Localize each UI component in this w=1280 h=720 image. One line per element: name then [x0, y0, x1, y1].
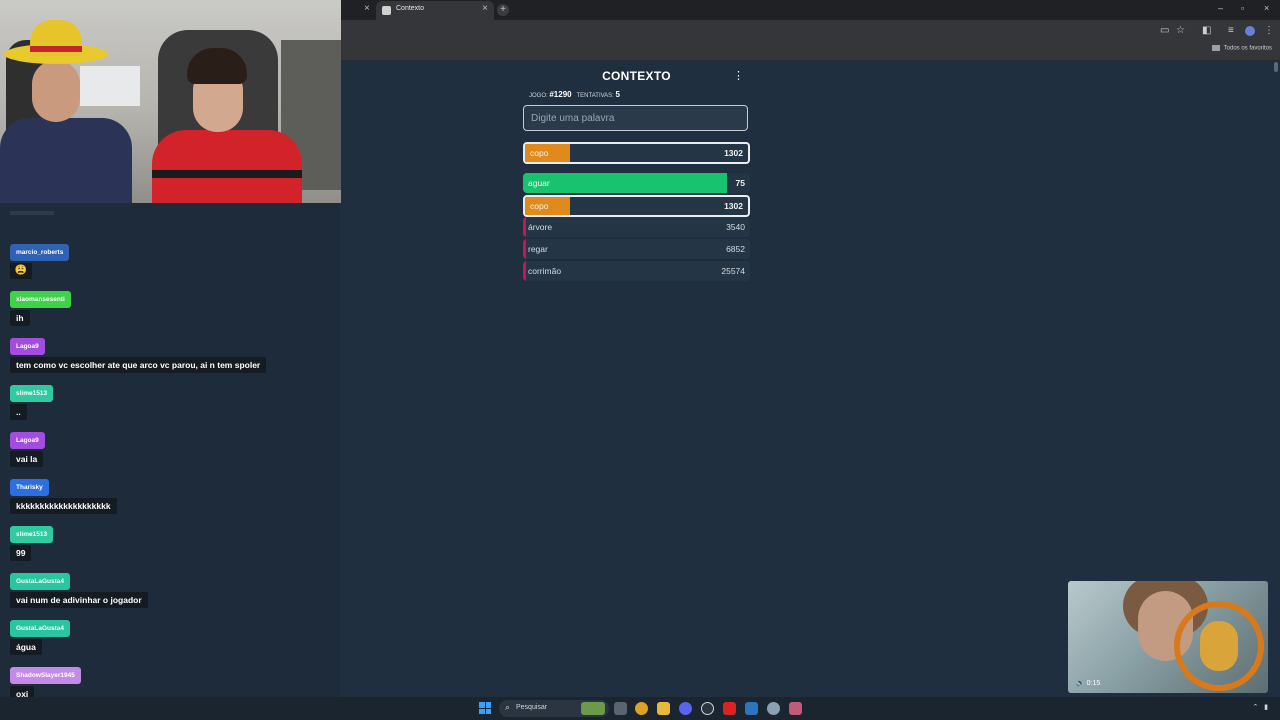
new-tab-button[interactable]: +: [497, 4, 509, 16]
app-icon[interactable]: [789, 702, 802, 715]
chat-username[interactable]: Tharisky: [10, 479, 49, 496]
guess-row: copo 1302: [523, 195, 750, 217]
minimize-button[interactable]: –: [1218, 3, 1223, 13]
extensions-icon[interactable]: ◧: [1202, 25, 1211, 36]
game-number: #1290: [549, 90, 572, 99]
taskbar: ⌕ Pesquisar ⌃ ▮: [0, 697, 1280, 720]
chrome-icon[interactable]: [635, 702, 648, 715]
restore-button[interactable]: ▫: [1241, 3, 1244, 13]
guess-word: árvore: [528, 222, 553, 232]
search-label: Pesquisar: [516, 704, 548, 711]
window-close-button[interactable]: ×: [1264, 3, 1269, 13]
star-icon[interactable]: ☆: [1176, 25, 1185, 36]
chat-text: água: [10, 639, 42, 655]
guess-distance: 25574: [721, 266, 745, 276]
guess-proximity-bar: [523, 261, 526, 281]
all-bookmarks-folder[interactable]: Todos os favoritos: [1211, 45, 1272, 52]
chat-text: vai la: [10, 451, 44, 467]
more-icon[interactable]: ⋮: [1264, 25, 1274, 36]
chat-username[interactable]: marcio_roberts: [10, 244, 70, 261]
chat-text: ..: [10, 404, 27, 420]
guess-proximity-bar: [523, 217, 526, 237]
secondary-video: 🔈 0:15: [1068, 581, 1268, 693]
app-icon[interactable]: [723, 702, 736, 715]
media-icon[interactable]: ≡: [1228, 25, 1234, 36]
guess-word: corrimão: [528, 266, 562, 276]
video-controls[interactable]: 🔈 0:15: [1076, 679, 1100, 687]
word-input[interactable]: [523, 105, 748, 131]
chat-username[interactable]: GustaLaGusta4: [10, 620, 71, 637]
taskbar-search[interactable]: ⌕ Pesquisar: [499, 700, 609, 717]
tab-contexto[interactable]: Contexto ×: [376, 1, 494, 20]
game-info: JOGO: #1290 TENTATIVAS: 5: [529, 90, 620, 99]
folder-icon: [1211, 45, 1220, 51]
guess-row: corrimão 25574: [523, 261, 750, 281]
settings-icon[interactable]: [767, 702, 780, 715]
task-view-icon[interactable]: [614, 702, 627, 715]
chat-divider: [10, 211, 54, 215]
steam-icon[interactable]: [745, 702, 758, 715]
obs-icon[interactable]: [701, 702, 714, 715]
guess-distance: 3540: [726, 222, 745, 232]
file-explorer-icon[interactable]: [657, 702, 670, 715]
chat-emoji: 😩: [10, 263, 32, 279]
game-label: JOGO:: [529, 93, 548, 99]
latest-guess-row: copo 1302: [523, 142, 750, 164]
scrollbar[interactable]: [1274, 62, 1278, 72]
streamer-webcam: [0, 0, 341, 203]
chat-text: kkkkkkkkkkkkkkkkkkkk: [10, 498, 117, 514]
mascot-image: [1200, 621, 1238, 671]
browser-toolbar: ▭ ☆ ◧ ≡ ⋮: [340, 20, 1280, 42]
close-icon[interactable]: ×: [364, 3, 370, 14]
search-highlight-icon: [581, 702, 605, 715]
video-time: 0:15: [1086, 680, 1101, 687]
guess-word: copo: [530, 201, 549, 211]
guess-row: regar 6852: [523, 239, 750, 259]
guess-distance: 1302: [724, 201, 743, 211]
cast-icon[interactable]: ▭: [1160, 25, 1169, 36]
guess-distance: 75: [735, 178, 745, 188]
tab-title: Contexto: [396, 5, 425, 12]
contexto-favicon-icon: [382, 6, 391, 15]
system-tray[interactable]: ⌃ ▮: [1252, 703, 1268, 711]
discord-icon[interactable]: [679, 702, 692, 715]
guess-word: copo: [530, 148, 549, 158]
guess-row: árvore 3540: [523, 217, 750, 237]
chat-text: 99: [10, 545, 32, 561]
guess-proximity-bar: [523, 239, 526, 259]
search-icon: ⌕: [505, 702, 511, 712]
browser-tab-bar: × Contexto × + – ▫ ×: [340, 0, 1280, 20]
bookmarks-bar: Todos os favoritos: [340, 42, 1280, 61]
chat-username[interactable]: Lagoa9: [10, 338, 45, 355]
attempts-label: TENTATIVAS:: [576, 93, 614, 99]
guess-distance: 6852: [726, 244, 745, 254]
chat-username[interactable]: xiaomansesenti: [10, 291, 71, 308]
stream-chat: marcio_roberts 😩 xiaomansesenti ih Lagoa9 tem…: [0, 203, 341, 702]
chat-text: vai num de adivinhar o jogador: [10, 592, 148, 608]
guess-word: regar: [528, 244, 548, 254]
windows-start-icon[interactable]: [479, 702, 491, 714]
guess-row: aguar 75: [523, 173, 750, 193]
chat-username[interactable]: slime1513: [10, 526, 54, 543]
profile-icon[interactable]: [1245, 26, 1255, 36]
chat-username[interactable]: Lagoa9: [10, 432, 45, 449]
attempts-count: 5: [615, 90, 620, 99]
close-icon[interactable]: ×: [482, 3, 488, 14]
game-title: CONTEXTO: [602, 69, 671, 83]
guess-distance: 1302: [724, 148, 743, 158]
chat-username[interactable]: ShadowSlayer1945: [10, 667, 81, 684]
chat-text: ih: [10, 310, 30, 326]
chat-text: tem como vc escolher ate que arco vc par…: [10, 357, 267, 373]
chat-username[interactable]: GustaLaGusta4: [10, 573, 71, 590]
bookmarks-label: Todos os favoritos: [1223, 45, 1272, 52]
mute-icon[interactable]: 🔈: [1076, 680, 1085, 687]
guess-proximity-bar: [523, 173, 727, 193]
guess-word: aguar: [528, 178, 550, 188]
menu-icon[interactable]: ⋮: [733, 69, 744, 82]
chat-username[interactable]: slime1513: [10, 385, 54, 402]
